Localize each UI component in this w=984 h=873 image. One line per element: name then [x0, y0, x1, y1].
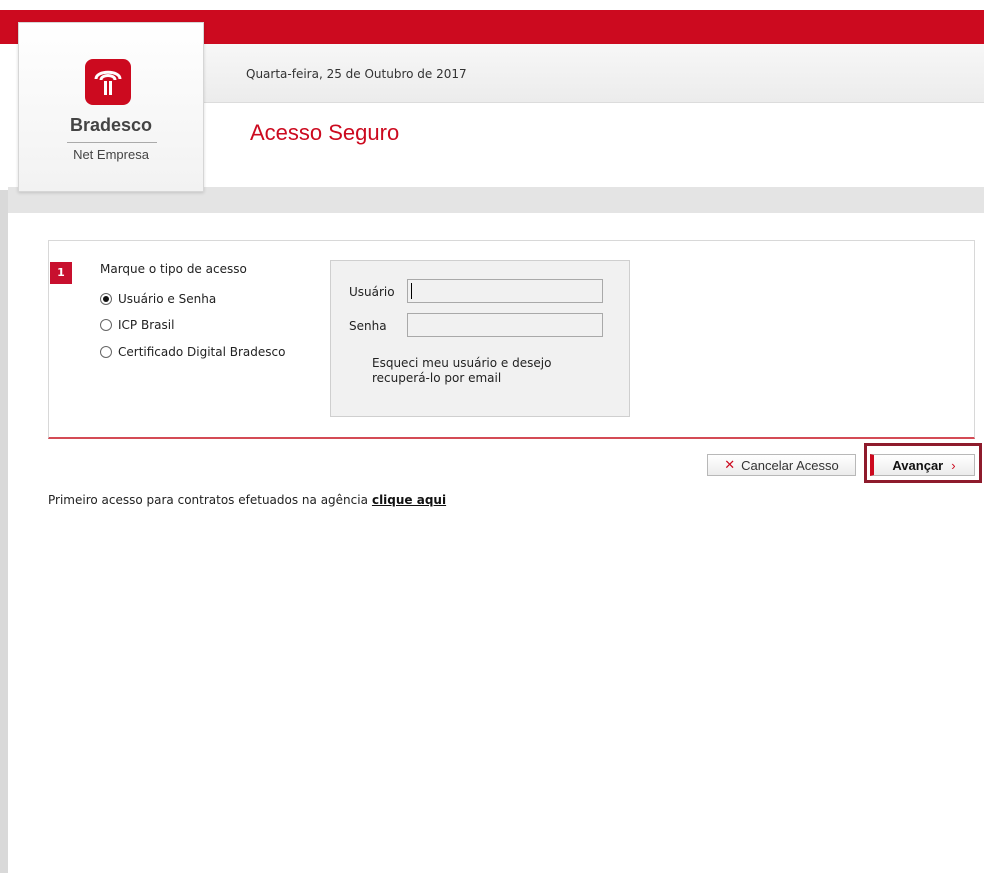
access-type-label: Marque o tipo de acesso — [100, 262, 247, 276]
cancel-label: Cancelar Acesso — [741, 457, 839, 473]
radio-certificado-digital[interactable]: Certificado Digital Bradesco — [100, 345, 285, 359]
user-input[interactable] — [407, 279, 603, 303]
bradesco-logo[interactable]: Bradesco Net Empresa — [18, 22, 204, 192]
first-access-label: Primeiro acesso para contratos efetuados… — [48, 493, 368, 507]
radio-label: Usuário e Senha — [118, 292, 217, 306]
close-icon: ✕ — [724, 457, 736, 472]
first-access-link[interactable]: clique aqui — [372, 493, 446, 507]
logo-subtitle: Net Empresa — [73, 147, 149, 162]
password-label: Senha — [349, 319, 387, 333]
current-date: Quarta-feira, 25 de Outubro de 2017 — [246, 67, 467, 81]
logo-brand: Bradesco — [69, 115, 153, 135]
radio-usuario-senha[interactable]: Usuário e Senha — [100, 292, 216, 306]
left-strip — [0, 190, 8, 873]
step-badge: 1 — [50, 262, 72, 284]
top-margin — [0, 0, 984, 10]
radio-icp-brasil[interactable]: ICP Brasil — [100, 318, 174, 332]
page-title: Acesso Seguro — [250, 120, 400, 145]
user-label: Usuário — [349, 285, 395, 299]
radio-icon[interactable] — [100, 319, 112, 331]
password-input[interactable] — [407, 313, 603, 337]
radio-icon[interactable] — [100, 346, 112, 358]
cancel-access-button[interactable]: ✕ Cancelar Acesso — [707, 454, 856, 476]
bradesco-tree-icon — [85, 59, 131, 105]
first-access-text: Primeiro acesso para contratos efetuados… — [48, 493, 446, 507]
logo-divider — [67, 142, 157, 143]
next-label: Avançar — [892, 457, 944, 473]
radio-selected-icon[interactable] — [100, 293, 112, 305]
forgot-user-link[interactable]: Esqueci meu usuário e desejo recuperá-lo… — [372, 356, 592, 386]
chevron-right-icon: › — [951, 457, 956, 473]
radio-label: ICP Brasil — [118, 318, 175, 332]
next-button[interactable]: Avançar › — [870, 454, 975, 476]
text-caret — [411, 283, 412, 299]
radio-label: Certificado Digital Bradesco — [118, 345, 286, 359]
